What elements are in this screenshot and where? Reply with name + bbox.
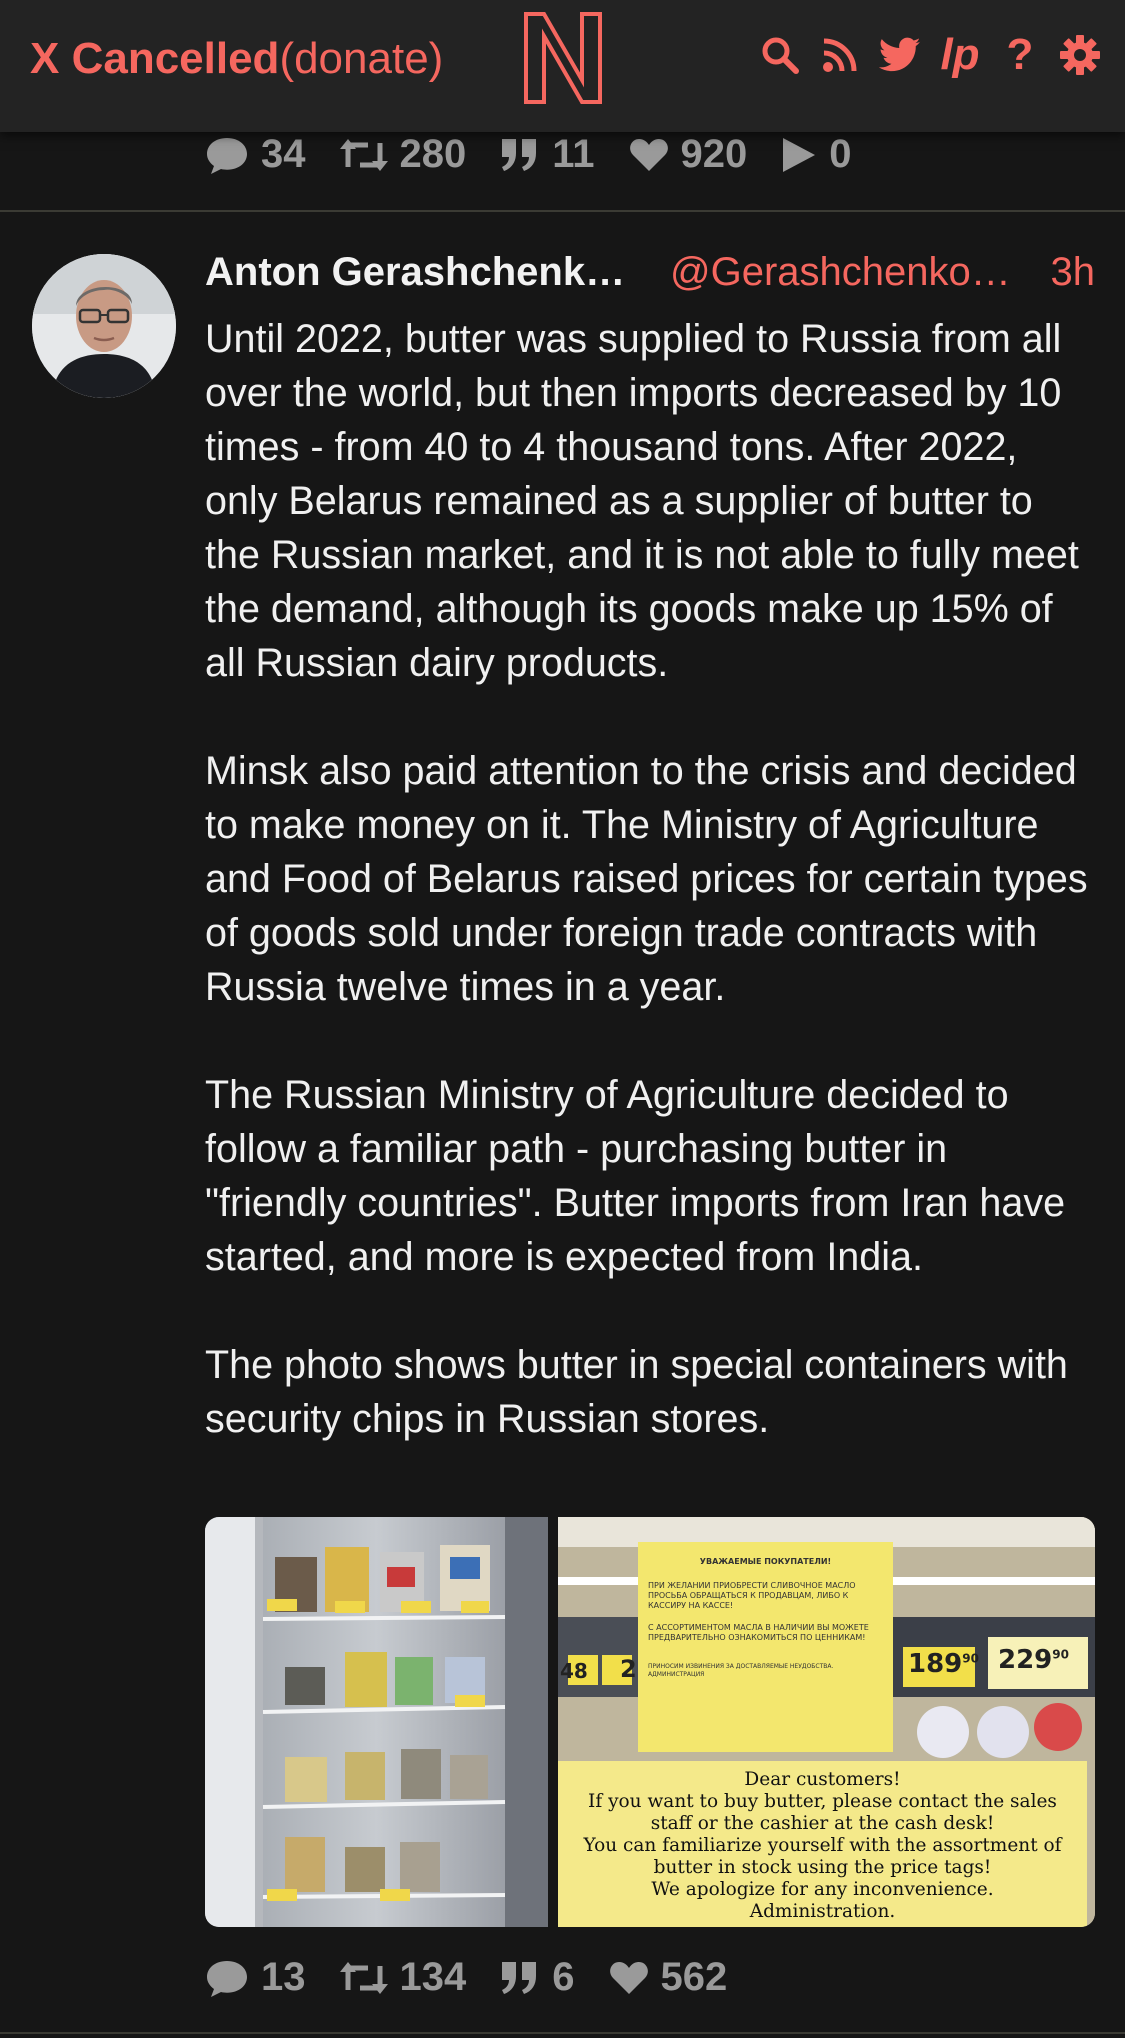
price-a: 189 [908, 1649, 963, 1679]
rss-icon[interactable] [819, 34, 861, 76]
prev-tweet-stats: 34 280 11 920 0 [205, 132, 886, 177]
price-a-cents: 90 [962, 1651, 979, 1666]
retweet-stat[interactable]: 134 [339, 1955, 467, 2000]
price-b: 229 [998, 1645, 1053, 1675]
caption-line: butter in stock using the price tags! [653, 1857, 992, 1878]
quote-icon [502, 1961, 537, 1994]
heart-icon [609, 1961, 648, 1994]
reply-count: 13 [261, 1955, 306, 1999]
heart-icon [629, 138, 668, 171]
author-handle[interactable]: @Gerashchenko… [670, 250, 1011, 295]
divider [0, 2032, 1125, 2034]
tweet-image-right[interactable]: УВАЖАЕМЫЕ ПОКУПАТЕЛИ! ПРИ ЖЕЛАНИИ ПРИОБР… [558, 1517, 1095, 1927]
play-stat[interactable]: 0 [781, 132, 852, 177]
top-bar: X Cancelled(donate) lp ? [0, 0, 1125, 132]
gear-icon[interactable] [1059, 34, 1101, 76]
price-tag-a: 18990 [908, 1649, 979, 1679]
retweet-icon [339, 1961, 388, 1994]
quote-count: 11 [552, 132, 595, 176]
tweet-image-left[interactable] [205, 1517, 548, 1927]
quote-icon [502, 138, 537, 171]
pct-tag-a: 48 [560, 1659, 588, 1683]
play-icon [783, 137, 816, 172]
like-stat[interactable]: 562 [609, 1955, 728, 2000]
sign-line-2: С АССОРТИМЕНТОМ МАСЛА В НАЛИЧИИ ВЫ МОЖЕТ… [648, 1623, 869, 1642]
like-stat[interactable]: 920 [629, 132, 748, 177]
caption-line: Administration. [749, 1901, 896, 1922]
tweet-stats: 13 134 6 562 [205, 1955, 761, 2000]
reply-stat[interactable]: 34 [205, 132, 306, 177]
sign-line-1: ПРИ ЖЕЛАНИИ ПРИОБРЕСТИ СЛИВОЧНОЕ МАСЛО П… [648, 1581, 856, 1610]
divider [0, 210, 1125, 212]
brand[interactable]: X Cancelled(donate) [30, 34, 443, 84]
image-caption: Dear customers! If you want to buy butte… [558, 1761, 1087, 1927]
comment-icon [207, 1960, 247, 1997]
comment-icon [207, 137, 247, 174]
avatar[interactable] [32, 254, 176, 398]
tweet-header: Anton Gerashchenk… @Gerashchenko… 3h [205, 250, 1095, 300]
quote-stat[interactable]: 11 [500, 132, 595, 177]
quote-stat[interactable]: 6 [500, 1955, 575, 2000]
tweet-time[interactable]: 3h [1051, 250, 1096, 295]
n-logo-icon[interactable] [522, 10, 604, 106]
help-icon[interactable]: ? [999, 33, 1041, 77]
price-b-cents: 90 [1052, 1647, 1069, 1662]
lp-icon[interactable]: lp [939, 33, 981, 77]
caption-line: If you want to buy butter, please contac… [588, 1791, 1057, 1812]
brand-title[interactable]: X Cancelled [30, 34, 279, 83]
retweet-count: 134 [399, 1955, 467, 1999]
price-tag-b: 22990 [998, 1645, 1069, 1675]
retweet-count: 280 [399, 132, 467, 176]
author-name[interactable]: Anton Gerashchenk… [205, 250, 625, 295]
retweet-icon [339, 138, 388, 171]
like-count: 920 [680, 132, 748, 176]
reply-count: 34 [261, 132, 306, 176]
caption-line: Dear customers! [744, 1769, 901, 1790]
store-sign: УВАЖАЕМЫЕ ПОКУПАТЕЛИ! ПРИ ЖЕЛАНИИ ПРИОБР… [648, 1557, 883, 1679]
caption-line: We apologize for any inconvenience. [651, 1879, 994, 1900]
caption-line: You can familiarize yourself with the as… [583, 1835, 1062, 1856]
pct-tag-b: 2 [620, 1655, 637, 1683]
reply-stat[interactable]: 13 [205, 1955, 306, 2000]
tweet-text: Until 2022, butter was supplied to Russi… [205, 317, 1088, 1441]
retweet-stat[interactable]: 280 [339, 132, 467, 177]
donate-link[interactable]: (donate) [279, 34, 443, 83]
twitter-bird-icon[interactable] [879, 34, 921, 76]
caption-line: staff or the cashier at the cash desk! [650, 1813, 995, 1834]
like-count: 562 [660, 1955, 728, 1999]
search-icon[interactable] [759, 34, 801, 76]
quote-count: 6 [552, 1955, 575, 1999]
play-count: 0 [829, 132, 852, 176]
sign-title: УВАЖАЕМЫЕ ПОКУПАТЕЛИ! [699, 1557, 832, 1566]
sign-line-3: ПРИНОСИМ ИЗВИНЕНИЯ ЗА ДОСТАВЛЯЕМЫЕ НЕУДО… [648, 1663, 834, 1678]
